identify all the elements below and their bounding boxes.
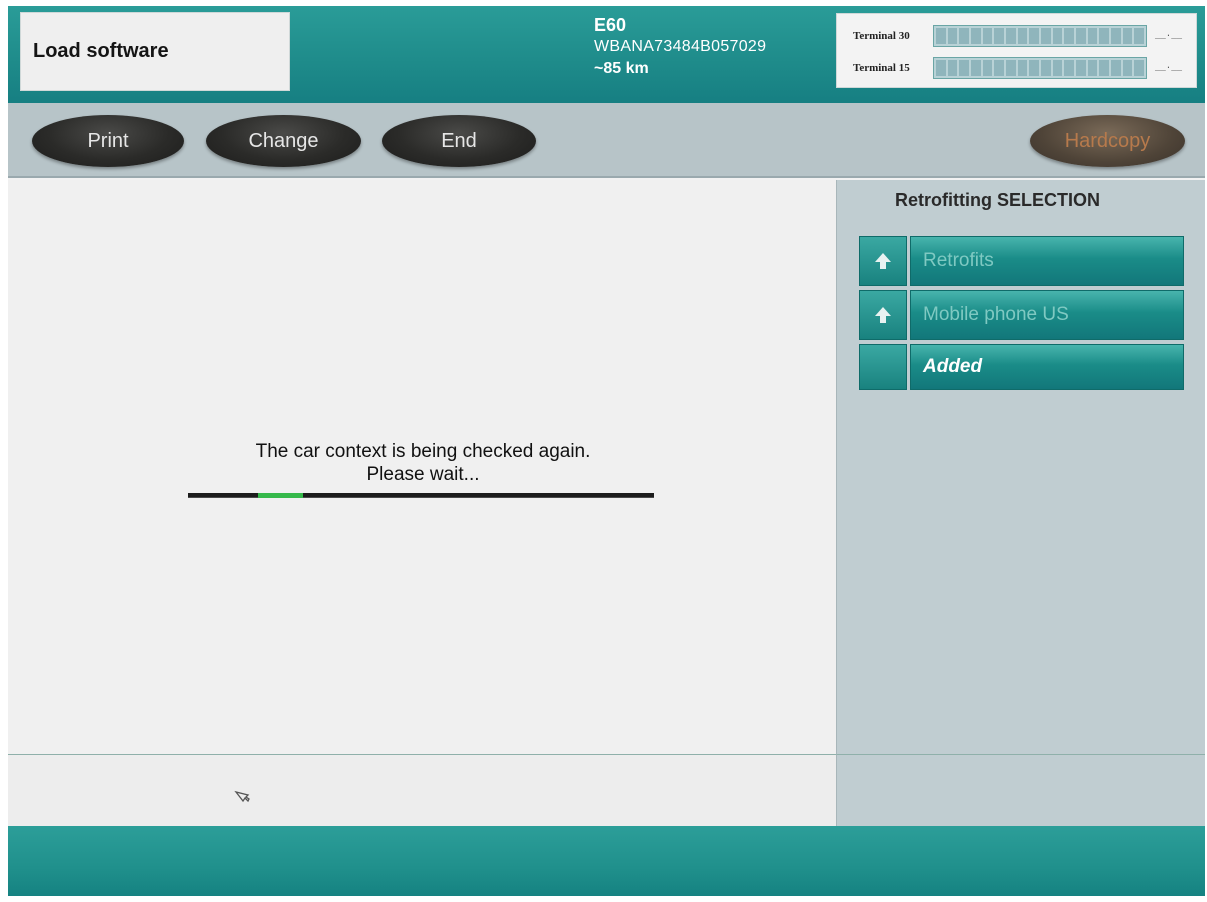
terminal-30-bar [933, 25, 1147, 47]
page-title: Load software [33, 40, 169, 62]
status-message: The car context is being checked again. … [168, 440, 678, 486]
status-message-line2: Please wait... [366, 464, 480, 485]
title-box: Load software [20, 12, 290, 91]
change-button[interactable]: Change [206, 115, 361, 167]
print-button[interactable]: Print [32, 115, 184, 167]
diagnostic-screen: Load software E60 WBANA73484B057029 ~85 … [8, 6, 1205, 896]
vehicle-info: E60 WBANA73484B057029 ~85 km [594, 14, 766, 80]
terminal-15-row: Terminal 15 __·__ [853, 57, 1182, 79]
status-message-line1: The car context is being checked again. [255, 441, 591, 462]
hardcopy-button[interactable]: Hardcopy [1030, 115, 1185, 167]
status-strip-right [836, 754, 1205, 826]
progress-bar [188, 493, 654, 498]
arrow-up-icon[interactable] [859, 236, 907, 286]
terminal-15-value: __·__ [1155, 63, 1183, 73]
vehicle-vin: WBANA73484B057029 [594, 38, 767, 55]
terminal-30-value: __·__ [1155, 31, 1183, 41]
progress-fill [257, 493, 304, 498]
side-item-blank-slot [859, 344, 907, 390]
toolbar: Print Change End Hardcopy [8, 103, 1205, 178]
side-item-label[interactable]: Retrofits [910, 236, 1184, 286]
header-bar: Load software E60 WBANA73484B057029 ~85 … [8, 6, 1205, 103]
status-strip [8, 754, 836, 826]
terminal-15-label: Terminal 15 [853, 62, 910, 74]
arrow-up-icon[interactable] [859, 290, 907, 340]
main-content: The car context is being checked again. … [8, 180, 836, 754]
retrofitting-panel: Retrofitting SELECTION Retrofits Mobile … [836, 180, 1205, 754]
panel-heading: Retrofitting SELECTION [895, 190, 1100, 210]
terminal-30-label: Terminal 30 [853, 30, 910, 42]
side-item-label[interactable]: Added [910, 344, 1184, 390]
side-item-mobile-phone-us[interactable]: Mobile phone US [859, 290, 1184, 340]
side-item-added[interactable]: Added [859, 344, 1184, 390]
end-button[interactable]: End [382, 115, 536, 167]
vehicle-mileage: ~85 km [594, 60, 649, 77]
terminal-30-row: Terminal 30 __·__ [853, 25, 1182, 47]
terminal-15-bar [933, 57, 1147, 79]
pointer-icon [234, 790, 250, 803]
side-item-label[interactable]: Mobile phone US [910, 290, 1184, 340]
vehicle-model: E60 [594, 15, 627, 35]
footer-bar [8, 826, 1205, 896]
terminal-status-box: Terminal 30 __·__ Terminal 15 __·__ [836, 13, 1197, 88]
side-item-retrofits[interactable]: Retrofits [859, 236, 1184, 286]
